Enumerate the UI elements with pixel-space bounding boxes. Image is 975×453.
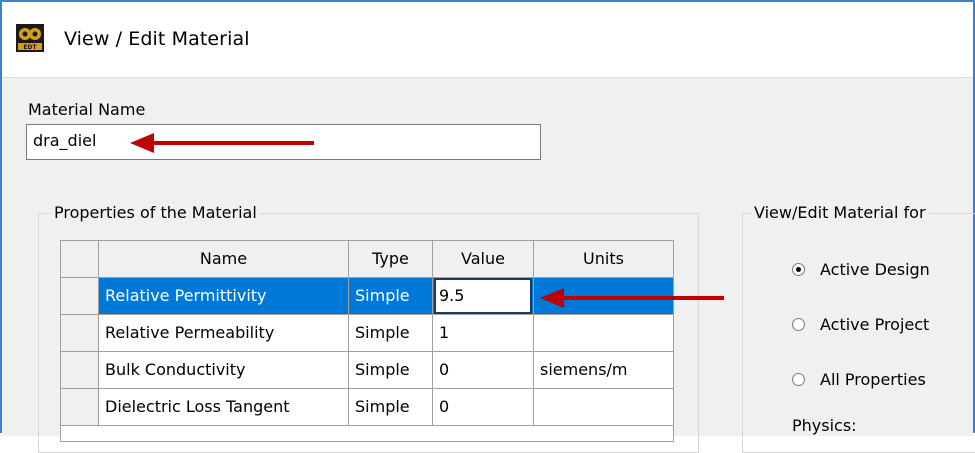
property-value[interactable]: 0 — [433, 352, 534, 389]
view-edit-for-group-label: View/Edit Material for — [751, 203, 929, 222]
property-name[interactable]: Relative Permeability — [99, 315, 349, 352]
row-header[interactable] — [61, 389, 99, 426]
radio-label-all-properties[interactable]: All Properties — [820, 370, 926, 389]
property-type[interactable]: Simple — [349, 278, 433, 315]
title-bar[interactable]: EDT View / Edit Material — [2, 2, 973, 77]
row-header[interactable] — [61, 278, 99, 315]
material-name-label: Material Name — [28, 100, 146, 119]
row-header[interactable] — [61, 352, 99, 389]
dialog-client-area: Material Name dra_diel Properties of the… — [2, 77, 975, 453]
property-type[interactable]: Simple — [349, 315, 433, 352]
property-units[interactable] — [534, 389, 673, 426]
grid-corner-cell — [61, 241, 99, 278]
property-value[interactable]: 0 — [433, 389, 534, 426]
property-type[interactable]: Simple — [349, 352, 433, 389]
property-value-editor[interactable]: 9.5 — [434, 278, 532, 314]
radio-all-properties[interactable] — [792, 373, 805, 386]
physics-label: Physics: — [792, 416, 857, 435]
column-header-type[interactable]: Type — [349, 241, 433, 278]
red-arrow-icon — [130, 133, 314, 153]
property-type[interactable]: Simple — [349, 389, 433, 426]
property-name[interactable]: Bulk Conductivity — [99, 352, 349, 389]
red-arrow-icon — [540, 288, 724, 308]
column-header-value[interactable]: Value — [433, 241, 534, 278]
radio-label-active-project[interactable]: Active Project — [820, 315, 929, 334]
row-header[interactable] — [61, 315, 99, 352]
radio-selected-dot — [796, 267, 801, 272]
column-header-units[interactable]: Units — [534, 241, 673, 278]
radio-active-project[interactable] — [792, 318, 805, 331]
properties-grid[interactable]: Name Type Value Units Relative Permittiv… — [60, 240, 674, 442]
svg-text:EDT: EDT — [23, 44, 37, 51]
property-name[interactable]: Dielectric Loss Tangent — [99, 389, 349, 426]
property-units[interactable] — [534, 315, 673, 352]
property-value[interactable]: 1 — [433, 315, 534, 352]
properties-group-label: Properties of the Material — [51, 203, 260, 222]
property-name[interactable]: Relative Permittivity — [99, 278, 349, 315]
edit-material-app-icon: EDT — [16, 24, 44, 52]
material-name-value: dra_diel — [33, 131, 97, 150]
property-units[interactable]: siemens/m — [534, 352, 673, 389]
radio-active-design[interactable] — [792, 263, 805, 276]
radio-label-active-design[interactable]: Active Design — [820, 260, 930, 279]
column-header-name[interactable]: Name — [99, 241, 349, 278]
window-title: View / Edit Material — [64, 28, 250, 50]
view-edit-material-window: EDT View / Edit Material Material Name d… — [0, 0, 975, 453]
